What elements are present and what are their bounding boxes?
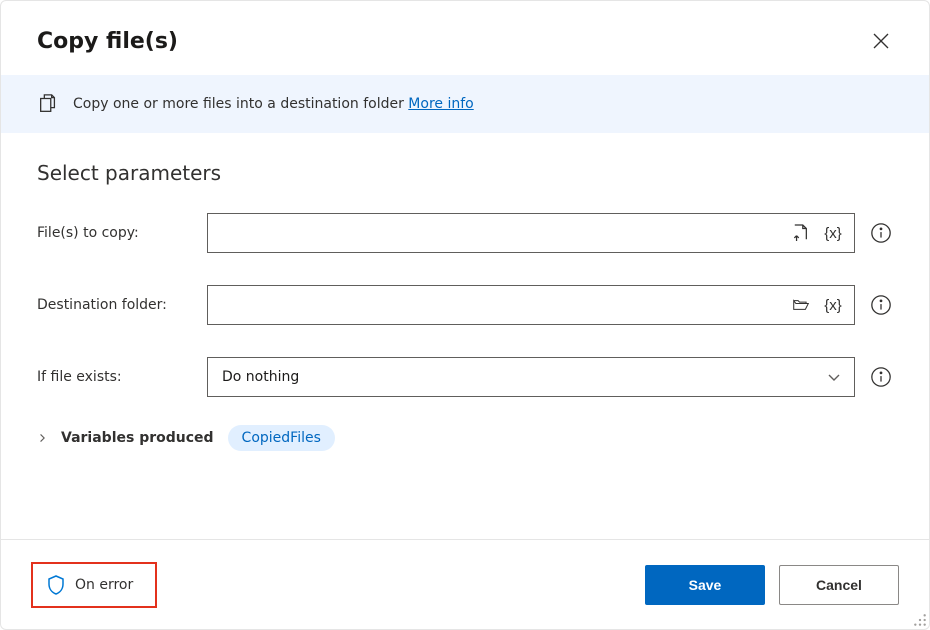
- if-file-exists-value: Do nothing: [222, 369, 299, 385]
- close-icon: [873, 33, 889, 49]
- row-destination-folder: Destination folder: {x}: [37, 285, 893, 325]
- files-info-button[interactable]: [869, 221, 893, 245]
- chevron-right-icon: [36, 433, 48, 443]
- row-if-file-exists: If file exists: Do nothing: [37, 357, 893, 397]
- on-error-button[interactable]: On error: [31, 562, 157, 608]
- browse-folder-button[interactable]: [787, 291, 815, 319]
- banner-description: Copy one or more files into a destinatio…: [73, 96, 408, 112]
- info-icon: [870, 366, 892, 388]
- variables-produced-toggle[interactable]: Variables produced CopiedFiles: [37, 425, 893, 451]
- folder-open-icon: [793, 297, 809, 313]
- variables-produced-label: Variables produced: [61, 430, 214, 446]
- ifexists-info-button[interactable]: [869, 365, 893, 389]
- info-icon: [870, 222, 892, 244]
- footer-actions: Save Cancel: [645, 565, 899, 605]
- on-error-label: On error: [75, 577, 133, 593]
- dialog-header: Copy file(s): [1, 1, 929, 75]
- info-banner: Copy one or more files into a destinatio…: [1, 75, 929, 133]
- destination-folder-label: Destination folder:: [37, 297, 207, 313]
- if-file-exists-dropdown[interactable]: Do nothing: [207, 357, 855, 397]
- dialog-title: Copy file(s): [37, 29, 178, 54]
- info-icon: [870, 294, 892, 316]
- parameters-section: Select parameters File(s) to copy: {x}: [1, 133, 929, 451]
- row-files-to-copy: File(s) to copy: {x}: [37, 213, 893, 253]
- resize-grip-icon[interactable]: [913, 613, 927, 627]
- close-button[interactable]: [865, 25, 897, 57]
- variable-chip-copiedfiles[interactable]: CopiedFiles: [228, 425, 335, 451]
- files-to-copy-label: File(s) to copy:: [37, 225, 207, 241]
- destination-folder-input[interactable]: [207, 285, 855, 325]
- dialog-footer: On error Save Cancel: [1, 539, 929, 629]
- cancel-button[interactable]: Cancel: [779, 565, 899, 605]
- destination-info-button[interactable]: [869, 293, 893, 317]
- files-to-copy-input[interactable]: [207, 213, 855, 253]
- shield-icon: [47, 575, 65, 595]
- if-file-exists-label: If file exists:: [37, 369, 207, 385]
- file-picker-icon: [793, 223, 809, 243]
- copy-files-icon: [37, 93, 59, 115]
- select-file-button[interactable]: [787, 219, 815, 247]
- variable-icon: {x}: [824, 225, 842, 242]
- insert-variable-button[interactable]: {x}: [819, 291, 847, 319]
- banner-text: Copy one or more files into a destinatio…: [73, 96, 474, 112]
- section-title: Select parameters: [37, 161, 893, 185]
- variable-icon: {x}: [824, 297, 842, 314]
- insert-variable-button[interactable]: {x}: [819, 219, 847, 247]
- more-info-link[interactable]: More info: [408, 96, 473, 112]
- save-button[interactable]: Save: [645, 565, 765, 605]
